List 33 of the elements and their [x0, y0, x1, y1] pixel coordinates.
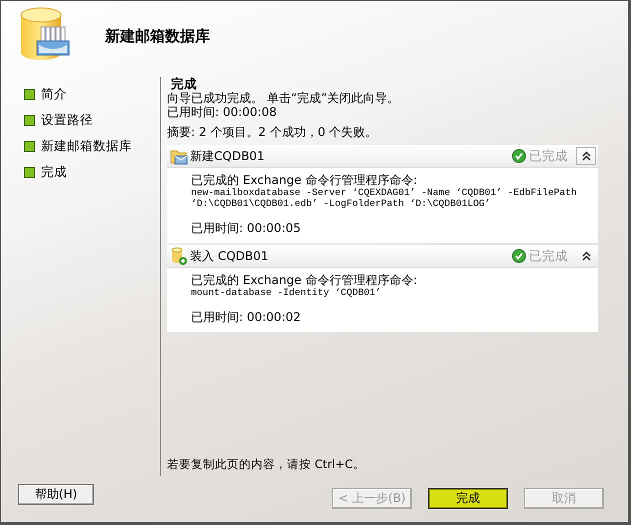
step-bullet-icon — [24, 88, 35, 100]
chevron-icon — [582, 251, 590, 261]
elapsed-time: 已用时间: 00:00:08 — [167, 105, 278, 119]
step-bullet-icon — [24, 140, 35, 152]
command-line: mount-database -Identity ‘CQDB01’ — [191, 287, 382, 298]
check-icon — [512, 249, 526, 263]
command-line: ‘D:\CQDB01\CQDB01.edb’ -LogFolderPath ‘D:\CQDB01LOG’ — [191, 198, 492, 209]
wizard-button[interactable]: 完成 — [428, 488, 508, 508]
completion-message: 向导已成功完成。 单击“完成”关闭此向导。 — [167, 91, 400, 105]
copy-hint: 若要复制此页的内容，请按 Ctrl+C。 — [167, 457, 366, 472]
elapsed-time: 已用时间: 00:00:05 — [191, 221, 302, 235]
page-heading: 完成 — [171, 77, 198, 91]
summary-text: 摘要: 2 个项目。2 个成功，0 个失败。 — [167, 125, 378, 139]
task-status: 已完成 — [529, 248, 568, 264]
step-bullet-icon — [24, 166, 35, 178]
chevron-icon — [582, 151, 590, 161]
task-status: 已完成 — [529, 148, 568, 164]
wizard-title: 新建邮箱数据库 — [105, 26, 210, 46]
step-label: 设置路径 — [41, 112, 93, 128]
step-label: 新建邮箱数据库 — [41, 138, 132, 154]
help-button[interactable]: 帮助(H) — [18, 484, 94, 504]
command-intro: 已完成的 Exchange 命令行管理程序命令: — [191, 274, 418, 287]
step-bullet-icon — [24, 114, 35, 126]
command-line: new-mailboxdatabase -Server ‘CQEXDAG01’ -Name ‘CQDB01’ -EdbFilePath — [191, 187, 578, 198]
check-icon — [512, 149, 526, 163]
collapse-button[interactable] — [576, 147, 596, 165]
task-title: 新建CQDB01 — [190, 148, 266, 164]
elapsed-time: 已用时间: 00:00:02 — [191, 310, 302, 324]
task-title: 装入 CQDB01 — [190, 248, 270, 264]
step-label: 完成 — [41, 164, 67, 180]
step-label: 简介 — [41, 86, 67, 102]
command-intro: 已完成的 Exchange 命令行管理程序命令: — [191, 174, 418, 187]
database-plus-icon — [170, 247, 188, 265]
